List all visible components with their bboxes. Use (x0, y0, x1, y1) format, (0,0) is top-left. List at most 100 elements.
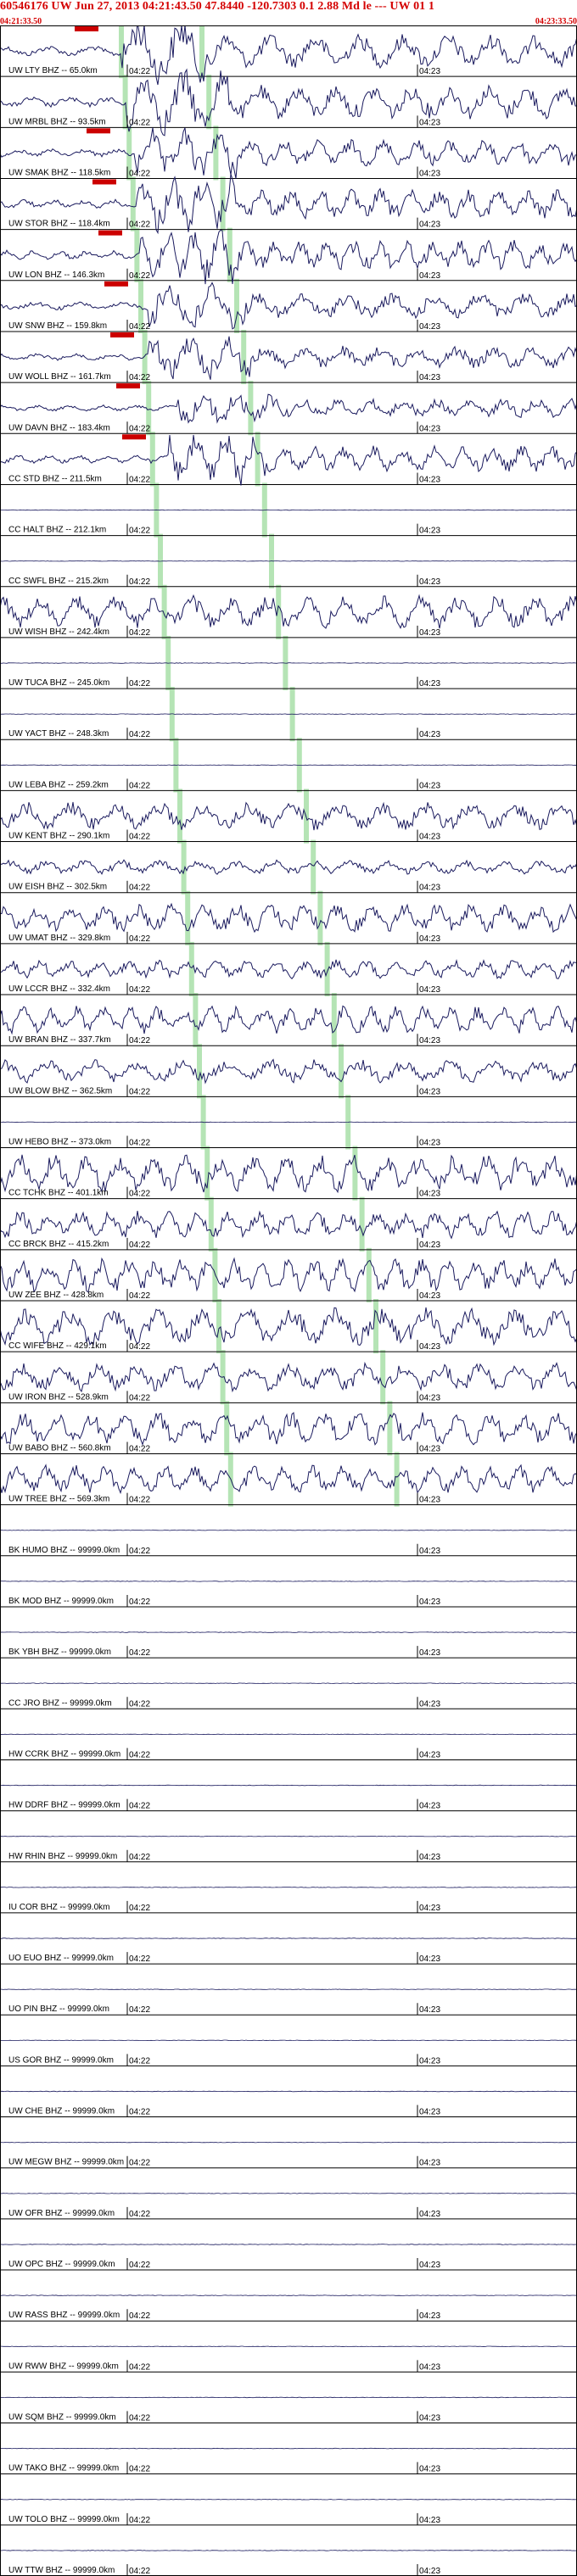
time-tick-label: 04:22 (129, 1547, 150, 1556)
trace-label: UW TREE BHZ -- 569.3km (8, 1495, 109, 1504)
time-tick-label: 04:22 (129, 730, 150, 739)
phase-markers (119, 25, 400, 1507)
waveform-trace (0, 2447, 577, 2450)
time-tick-label: 04:22 (129, 2159, 150, 2168)
trace-label: UW BRAN BHZ -- 337.7km (8, 1035, 111, 1045)
waveform-trace (0, 662, 577, 664)
waveform-trace (0, 1361, 577, 1393)
time-tick-label: 04:22 (129, 781, 150, 790)
trace-label: UW WISH BHZ -- 242.4km (8, 627, 109, 637)
s-phase-marker (339, 1044, 344, 1099)
waveform-trace (0, 1307, 577, 1347)
p-phase-marker (181, 839, 187, 895)
waveform-trace (0, 2294, 577, 2296)
pick-marker (122, 434, 146, 440)
time-tick-label: 04:23 (419, 373, 440, 382)
trace-label: UW TUCA BHZ -- 245.0km (8, 678, 109, 688)
trace-label: BK HUMO BHZ -- 99999.0km (8, 1546, 120, 1555)
time-tick-label: 04:23 (419, 2159, 440, 2168)
s-phase-marker (352, 1146, 358, 1201)
event-title: 60546176 UW Jun 27, 2013 04:21:43.50 47.… (0, 0, 434, 13)
time-tick-label: 04:23 (419, 2567, 440, 2576)
time-tick-label: 04:23 (419, 1597, 440, 1607)
time-tick-label: 04:23 (419, 1954, 440, 1964)
trace-label: US GOR BHZ -- 99999.0km (8, 2055, 114, 2065)
time-tick-label: 04:23 (419, 884, 440, 893)
pick-marker (110, 332, 134, 337)
time-tick-label: 04:23 (419, 220, 440, 230)
time-tick-label: 04:22 (129, 2465, 150, 2474)
s-phase-marker (255, 432, 260, 487)
p-phase-marker (161, 584, 167, 639)
trace-label: UW OFR BHZ -- 99999.0km (8, 2209, 115, 2218)
waveform-trace (0, 2090, 577, 2093)
time-tick-label: 04:23 (419, 1904, 440, 1913)
time-tick-label: 04:23 (419, 2311, 440, 2321)
time-tick-label: 04:22 (129, 2567, 150, 2576)
time-tick-label: 04:23 (419, 1496, 440, 1505)
waveform-trace (0, 1988, 577, 1990)
waveform-trace (0, 1005, 577, 1035)
time-tick-label: 04:23 (419, 730, 440, 739)
time-tick-label: 04:22 (129, 527, 150, 536)
trace-label: CC BRCK BHZ -- 415.2km (8, 1240, 109, 1249)
pick-marker (92, 179, 116, 185)
waveform-trace (0, 2396, 577, 2399)
time-tick-label: 04:23 (419, 1190, 440, 1199)
time-tick-label: 04:23 (419, 628, 440, 638)
trace-label: UW SQM BHZ -- 99999.0km (8, 2413, 116, 2423)
p-phase-marker (216, 1299, 221, 1354)
pick-marker (75, 26, 98, 31)
waveform-trace (0, 801, 577, 831)
time-tick-label: 04:23 (419, 577, 440, 587)
time-tick-label: 04:23 (419, 781, 440, 790)
time-tick-label: 04:22 (129, 2108, 150, 2117)
time-tick-label: 04:23 (419, 1699, 440, 1709)
time-tick-label: 04:22 (129, 1904, 150, 1913)
time-tick-label: 04:22 (129, 1393, 150, 1402)
waveform-trace (0, 713, 577, 715)
time-tick-label: 04:23 (419, 2210, 440, 2219)
time-tick-label: 04:22 (129, 1750, 150, 1759)
time-tick-label: 04:22 (129, 2056, 150, 2066)
time-tick-label: 04:22 (129, 833, 150, 842)
time-tick-label: 04:23 (419, 1547, 440, 1556)
time-tick-label: 04:23 (419, 1241, 440, 1250)
time-tick-label: 04:23 (419, 118, 440, 127)
p-phase-marker (224, 1401, 230, 1456)
trace-label: UW TOLO BHZ -- 99999.0km (8, 2515, 120, 2524)
s-phase-marker (276, 584, 282, 639)
trace-label: CC TCHK BHZ -- 401.1km (8, 1189, 109, 1198)
s-phase-marker (199, 25, 204, 79)
s-phase-marker (366, 1247, 372, 1302)
time-tick-label: 04:22 (129, 118, 150, 127)
time-tick-label: 04:23 (419, 1342, 440, 1352)
time-tick-label: 04:23 (419, 169, 440, 178)
time-tick-label: 04:23 (419, 2516, 440, 2525)
time-tick-label: 04:22 (129, 424, 150, 433)
trace-label: CC STD BHZ -- 211.5km (8, 474, 102, 483)
waveform-trace (0, 1938, 577, 1939)
time-tick-label: 04:22 (129, 884, 150, 893)
time-tick-label: 04:23 (419, 1139, 440, 1148)
time-tick-label: 04:22 (129, 1190, 150, 1199)
time-tick-label: 04:23 (419, 1444, 440, 1453)
trace-label: UO PIN BHZ -- 99999.0km (8, 2004, 109, 2014)
time-tick-label: 04:22 (129, 322, 150, 332)
time-tick-label: 04:23 (419, 2261, 440, 2270)
trace-label: UW LCCR BHZ -- 332.4km (8, 984, 110, 994)
waveform-trace (0, 2345, 577, 2348)
pick-marker (98, 230, 122, 236)
time-tick-label: 04:23 (419, 679, 440, 689)
s-phase-marker (359, 1196, 365, 1252)
waveform-trace (0, 1887, 577, 1888)
waveform-trace (0, 1412, 577, 1447)
time-tick-label: 04:22 (129, 1087, 150, 1096)
waveform-trace (0, 859, 577, 875)
s-phase-marker (317, 890, 323, 945)
trace-label: UW SNW BHZ -- 159.8km (8, 321, 107, 331)
trace-label: HW RHIN BHZ -- 99999.0km (8, 1852, 117, 1861)
trace-label: UW WOLL BHZ -- 161.7km (8, 372, 111, 382)
trace-label: UW YACT BHZ -- 248.3km (8, 729, 109, 739)
time-tick-label: 04:22 (129, 1444, 150, 1453)
